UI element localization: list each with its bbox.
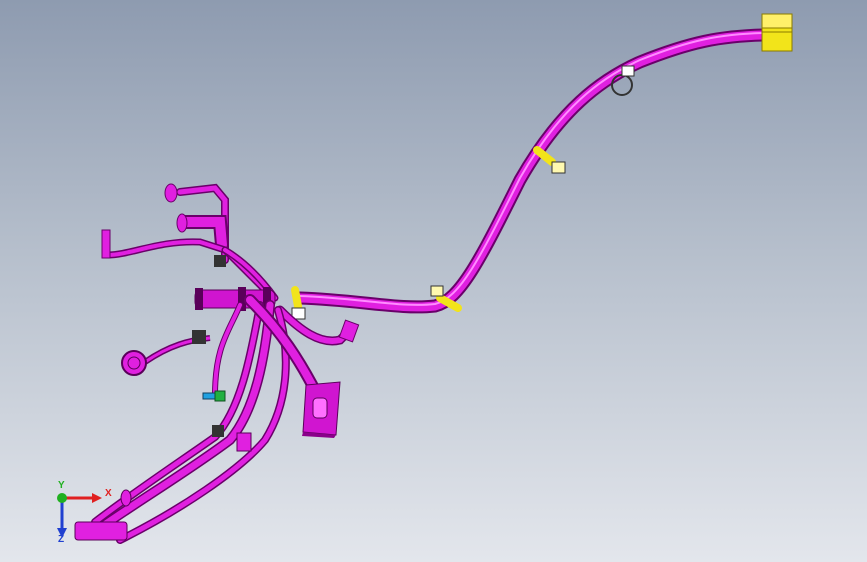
coordinate-triad: X Y Z (50, 480, 120, 550)
connector-pin-left[interactable] (101, 229, 111, 259)
clip-middle[interactable] (533, 146, 566, 174)
connector-round-mid[interactable] (176, 213, 188, 233)
clip-upper-left[interactable] (214, 255, 226, 267)
connector-lower-mid[interactable] (236, 432, 252, 452)
branch-upper-left[interactable] (104, 183, 279, 302)
main-trunk[interactable] (293, 28, 772, 314)
clip-lower-bundle[interactable] (212, 425, 224, 437)
fuse-component[interactable] (202, 390, 226, 402)
connector-end-right[interactable] (761, 13, 793, 52)
x-axis-arrow (92, 493, 102, 503)
connector-round-left[interactable] (121, 330, 211, 376)
x-axis-label: X (105, 488, 112, 499)
wire-harness-model[interactable] (0, 0, 867, 562)
y-axis-dot (57, 493, 67, 503)
connector-box-bottom[interactable] (302, 381, 341, 438)
3d-viewport[interactable]: X Y Z (0, 0, 867, 562)
z-axis-label: Z (58, 534, 65, 545)
connector-round-top[interactable] (164, 183, 178, 203)
y-axis-label: Y (58, 480, 65, 491)
